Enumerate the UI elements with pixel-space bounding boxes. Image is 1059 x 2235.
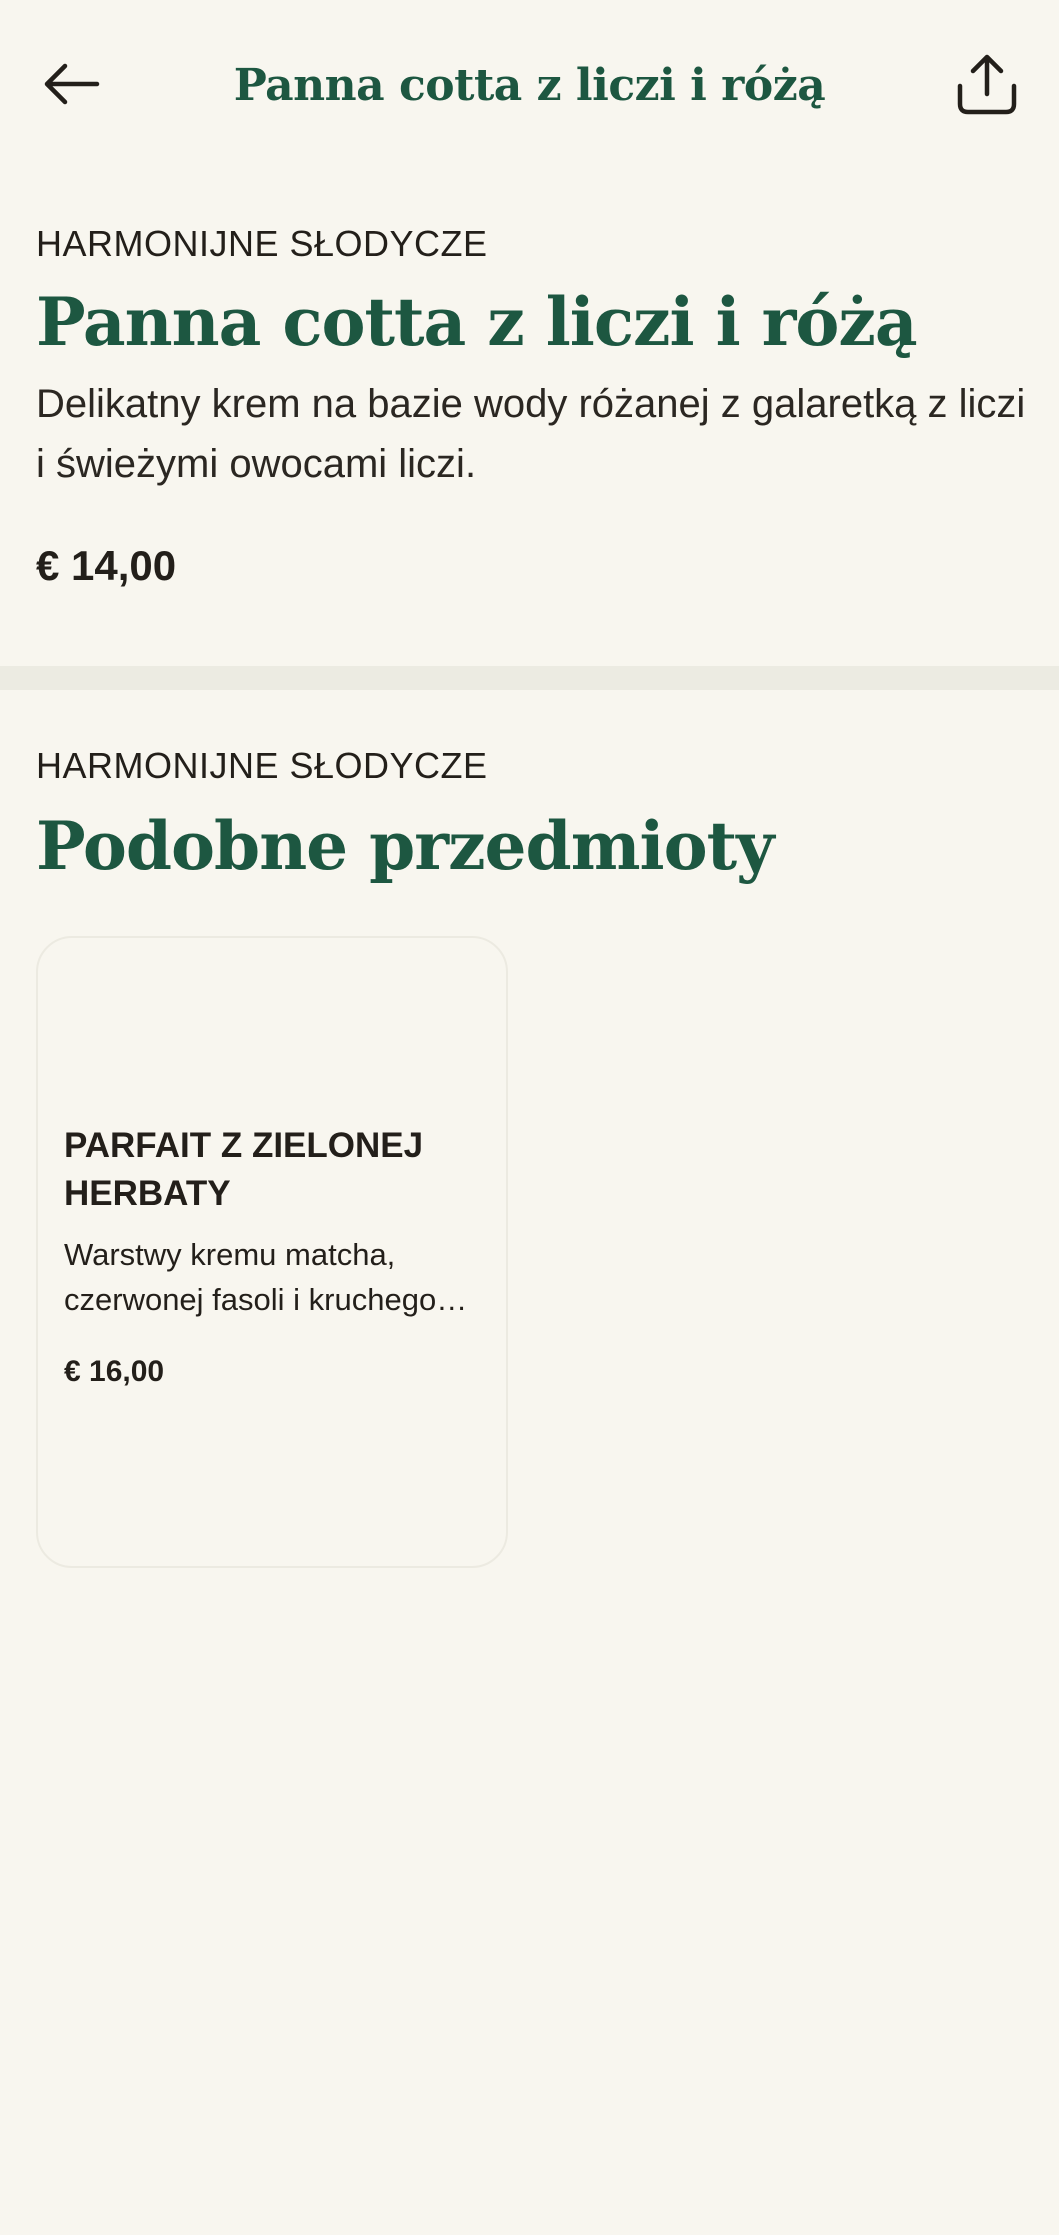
header-title: Panna cotta z liczi i różą xyxy=(233,60,826,111)
arrow-left-icon xyxy=(44,63,100,105)
share-upload-icon xyxy=(957,54,1017,115)
similar-item-description: Warstwy kremu matcha, czerwonej fasoli i… xyxy=(64,1237,437,1317)
section-divider xyxy=(0,666,1059,690)
product-category: HARMONIJNE SŁODYCZE xyxy=(36,223,488,264)
similar-item-price: € 16,00 xyxy=(64,1355,165,1388)
product-details: HARMONIJNE SŁODYCZE Panna cotta z liczi … xyxy=(36,220,1026,594)
similar-item-name: PARFAIT Z ZIELONEJ HERBATY xyxy=(64,1126,424,1213)
product-price: € 14,00 xyxy=(36,542,177,589)
back-button[interactable] xyxy=(31,44,111,124)
share-button[interactable] xyxy=(947,44,1027,124)
similar-item-card-body: PARFAIT Z ZIELONEJ HERBATY Warstwy kremu… xyxy=(64,1122,494,1392)
product-description: Delikatny krem na bazie wody różanej z g… xyxy=(36,382,1026,486)
similar-items-section: HARMONIJNE SŁODYCZE Podobne przedmioty xyxy=(36,742,1026,888)
similar-items-title: Podobne przedmioty xyxy=(36,807,774,885)
similar-category: HARMONIJNE SŁODYCZE xyxy=(36,745,488,786)
product-title: Panna cotta z liczi i różą xyxy=(36,283,918,361)
similar-item-card[interactable]: PARFAIT Z ZIELONEJ HERBATY Warstwy kremu… xyxy=(36,936,508,1568)
top-app-bar: Panna cotta z liczi i różą xyxy=(0,0,1059,170)
